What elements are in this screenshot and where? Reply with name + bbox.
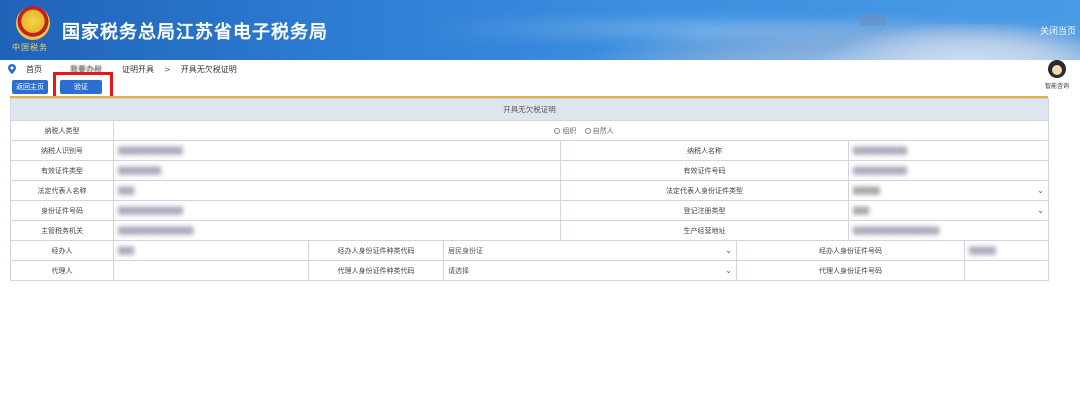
location-pin-icon [8, 64, 16, 74]
label-proxy: 代理人 [10, 260, 114, 281]
breadcrumb: 首页 我要办税 证明开具 > 开具无欠税证明 [8, 62, 247, 76]
site-title: 国家税务总局江苏省电子税务局 [62, 22, 328, 43]
label-id-doc-number: 有效证件号码 [560, 160, 849, 181]
label-business-address: 生产经营地址 [560, 220, 849, 241]
label-proxy-id-number: 代理人身份证件号码 [736, 260, 965, 281]
form-title: 开具无欠税证明 [10, 98, 1049, 121]
chevron-down-icon: ⌄ [1037, 206, 1044, 215]
smart-consult-widget[interactable]: 智能咨询 [1040, 60, 1074, 96]
emblem-text: 中国税务 [12, 43, 48, 52]
breadcrumb-home[interactable]: 首页 [26, 64, 42, 75]
close-page-link[interactable]: 关闭当页 [1040, 24, 1076, 37]
label-proxy-id-type: 代理人身份证件种类代码 [308, 260, 444, 281]
chevron-down-icon: ⌄ [1037, 186, 1044, 195]
proxy-id-number-input[interactable] [964, 260, 1049, 281]
label-id-doc-type: 有效证件类型 [10, 160, 114, 181]
label-agent-id-number: 经办人身份证件号码 [736, 240, 965, 261]
taxpayer-id-value: ████████████ [113, 140, 561, 161]
chevron-down-icon: ⌄ [725, 266, 732, 275]
legal-rep-id-type-select[interactable]: █████ ⌄ [848, 180, 1049, 201]
no-tax-arrears-form: 开具无欠税证明 纳税人类型 组织 自然人 纳税人识别号 ████████████… [10, 98, 1049, 281]
legal-rep-name-value: ███ [113, 180, 561, 201]
assistant-label: 智能咨询 [1044, 83, 1069, 90]
tax-emblem-icon [16, 6, 50, 40]
agent-id-type-select[interactable]: 居民身份证 ⌄ [443, 240, 737, 261]
id-doc-number-value: ██████████ [848, 160, 1049, 181]
radio-org-label: 组织 [562, 126, 577, 135]
radio-org[interactable] [554, 127, 561, 134]
label-legal-rep-name: 法定代表人名称 [10, 180, 114, 201]
chevron-down-icon: ⌄ [725, 246, 732, 255]
radio-person-label: 自然人 [592, 126, 614, 135]
taxpayer-type-radio-group: 组织 自然人 [113, 120, 1049, 141]
reg-type-select[interactable]: ███ ⌄ [848, 200, 1049, 221]
label-agent: 经办人 [10, 240, 114, 261]
tax-authority-value: ██████████████ [113, 220, 561, 241]
label-agent-id-type: 经办人身份证件种类代码 [308, 240, 444, 261]
agent-value: ███ [113, 240, 309, 261]
label-taxpayer-name: 纳税人名称 [560, 140, 849, 161]
breadcrumb-certificate[interactable]: 证明开具 [122, 64, 154, 75]
agent-id-number-input[interactable]: █████ [964, 240, 1049, 261]
agent-id-type-value: 居民身份证 [448, 246, 483, 255]
header-blurred-text [420, 20, 980, 38]
return-home-button[interactable]: 返回主页 [12, 80, 48, 94]
id-doc-type-value: ████████ [113, 160, 561, 181]
label-id-number: 身份证件号码 [10, 200, 114, 221]
radio-person[interactable] [584, 127, 591, 134]
proxy-id-type-select[interactable]: 请选择 ⌄ [443, 260, 737, 281]
proxy-input[interactable] [113, 260, 309, 281]
label-reg-type: 登记注册类型 [560, 200, 849, 221]
breadcrumb-separator: > [164, 64, 171, 74]
label-taxpayer-type: 纳税人类型 [10, 120, 114, 141]
site-header: 中国税务 国家税务总局江苏省电子税务局 关闭当页 [0, 0, 1080, 60]
label-tax-authority: 主管税务机关 [10, 220, 114, 241]
id-number-value: ████████████ [113, 200, 561, 221]
taxpayer-name-value: ██████████ [848, 140, 1049, 161]
label-taxpayer-id: 纳税人识别号 [10, 140, 114, 161]
proxy-id-type-value: 请选择 [448, 266, 469, 275]
assistant-avatar-icon [1048, 60, 1066, 78]
label-legal-rep-id-type: 法定代表人身份证件类型 [560, 180, 849, 201]
breadcrumb-current: 开具无欠税证明 [180, 64, 237, 74]
business-address-value: ████████████████ [848, 220, 1049, 241]
